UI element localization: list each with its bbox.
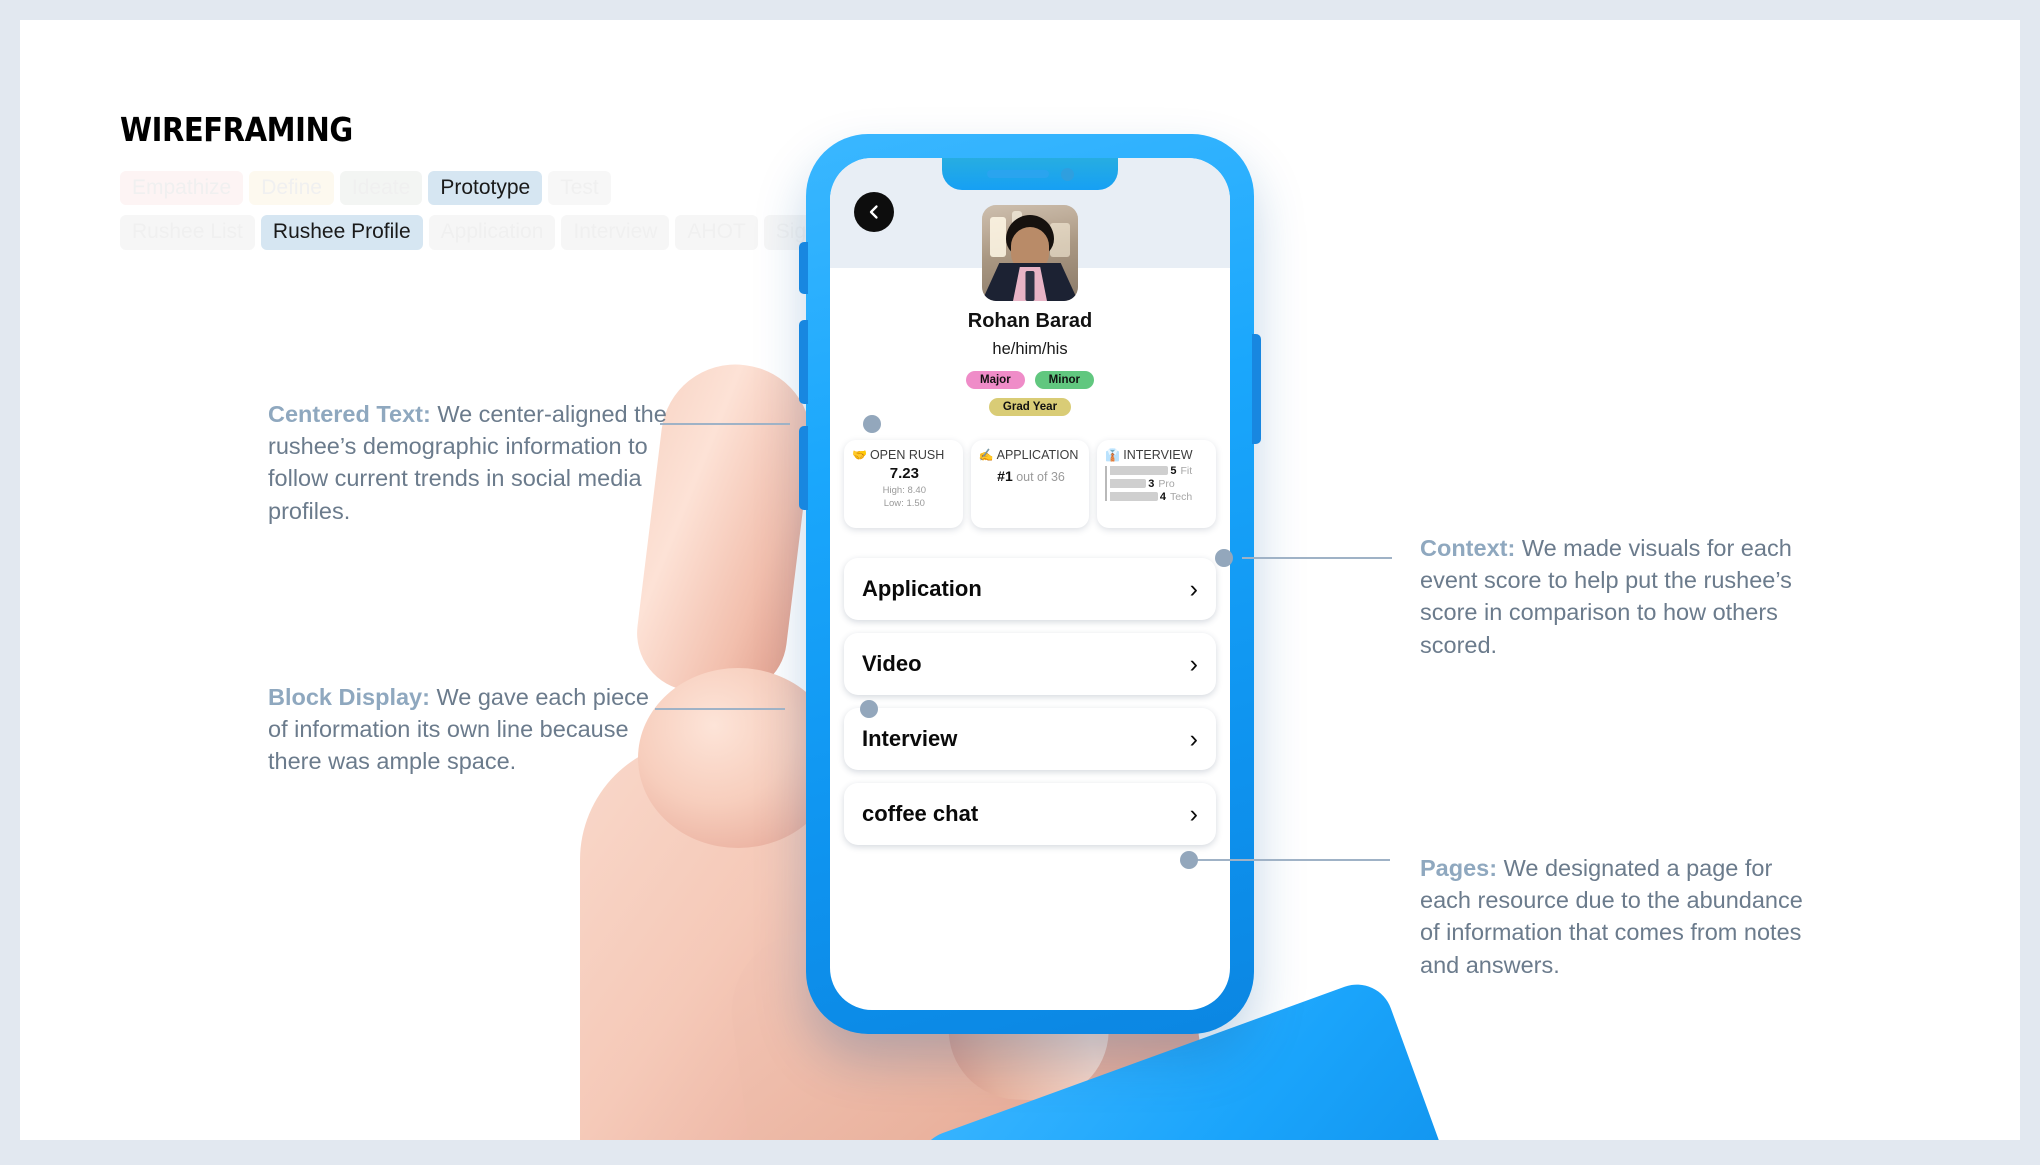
earpiece-speaker-icon [986, 170, 1049, 178]
bar-fill [1110, 479, 1147, 488]
phone-notch [942, 158, 1118, 190]
open-rush-low: Low: 1.50 [883, 497, 925, 509]
bar-value: 4 [1159, 490, 1167, 503]
phase-ideate[interactable]: Ideate [339, 171, 423, 206]
chart-axis [1105, 466, 1108, 501]
stat-cards: 🤝 OPEN RUSH 7.23 High: 8.40 Low: 1.50 ✍️… [844, 440, 1217, 528]
phase-test[interactable]: Test [548, 171, 611, 206]
handshake-icon: 🤝 [852, 448, 867, 462]
screen-rushee-list[interactable]: Rushee List [120, 215, 255, 250]
profile-tag-grad-year[interactable]: Grad Year [988, 398, 1072, 416]
screen-nav: Rushee List Rushee Profile Application Inte… [120, 215, 863, 250]
bar-label: Fit [1180, 464, 1193, 477]
annotation-context: Context: We made visuals for each event … [1420, 532, 1820, 661]
page-canvas: WIREFRAMING Empathize Define Ideate Prototy… [20, 20, 2020, 1140]
front-camera-icon [1060, 167, 1074, 181]
bar-label: Tech [1170, 490, 1193, 503]
profile-tags-row-1: Major Minor [830, 371, 1230, 389]
application-title: APPLICATION [996, 448, 1079, 462]
annotation-4-title: Pages: [1420, 855, 1498, 881]
chevron-right-icon: › [1189, 724, 1198, 753]
list-item[interactable]: Interview › [844, 708, 1216, 770]
phone-volume-up-button[interactable] [799, 320, 808, 404]
application-rank-number: #1 [997, 468, 1013, 484]
bar-fill [1110, 492, 1158, 501]
back-button[interactable] [854, 192, 894, 232]
list-item[interactable]: Application › [844, 558, 1216, 620]
application-rank-suffix: out of 36 [1012, 470, 1065, 484]
interview-header: 👔 INTERVIEW [1105, 448, 1210, 462]
phone-mockup: Rohan Barad he/him/his Major Minor Grad Y… [799, 134, 1261, 1034]
bar-label: Pro [1158, 477, 1175, 490]
list-item-label: coffee chat [862, 801, 979, 826]
bar-value: 5 [1170, 464, 1177, 477]
phase-define[interactable]: Define [249, 171, 334, 206]
stat-card-open-rush[interactable]: 🤝 OPEN RUSH 7.23 High: 8.40 Low: 1.50 [844, 440, 963, 528]
open-rush-header: 🤝 OPEN RUSH [852, 448, 957, 462]
open-rush-range: High: 8.40 Low: 1.50 [852, 485, 957, 510]
stat-card-application[interactable]: ✍️ APPLICATION #1 out of 36 [970, 440, 1090, 528]
connector-line-1 [660, 423, 790, 425]
profile-tags-row-2: Grad Year [830, 398, 1230, 416]
phase-empathize[interactable]: Empathize [120, 171, 244, 206]
screen-rushee-profile[interactable]: Rushee Profile [260, 215, 423, 250]
resource-list: Application › Video › Interview › coffee chat › [844, 558, 1216, 858]
chevron-right-icon: › [1189, 574, 1198, 603]
bar-fill [1110, 466, 1169, 475]
interview-bar-tech: 4 Tech [1110, 490, 1210, 503]
application-rank: #1 out of 36 [979, 468, 1084, 484]
interview-title: INTERVIEW [1123, 448, 1193, 462]
connector-line-3 [1242, 557, 1392, 559]
list-item[interactable]: coffee chat › [844, 783, 1216, 845]
screen-ahot[interactable]: AHOT [675, 215, 758, 250]
list-item-label: Video [862, 651, 922, 676]
stat-card-interview[interactable]: 👔 INTERVIEW 5 Fit 3 Pro 4 Tech [1097, 440, 1217, 528]
annotation-block-display: Block Display: We gave each piece of inf… [268, 681, 668, 778]
header: WIREFRAMING Empathize Define Ideate Prototy… [120, 110, 863, 250]
interview-bar-pro: 3 Pro [1110, 477, 1210, 490]
open-rush-title: OPEN RUSH [869, 448, 945, 462]
writing-hand-icon: ✍️ [978, 448, 994, 462]
list-item[interactable]: Video › [844, 633, 1216, 695]
profile-tag-major[interactable]: Major [966, 371, 1025, 389]
avatar [982, 205, 1078, 301]
screen-application[interactable]: Application [428, 215, 556, 250]
chevron-right-icon: › [1189, 799, 1198, 828]
connector-dot-4 [1180, 851, 1198, 869]
screen-interview[interactable]: Interview [561, 215, 670, 250]
list-item-label: Interview [862, 726, 958, 751]
page-title: WIREFRAMING [120, 110, 353, 149]
phone-silent-switch[interactable] [799, 242, 808, 294]
interview-bar-chart: 5 Fit 3 Pro 4 Tech [1105, 464, 1210, 503]
phone-volume-down-button[interactable] [799, 426, 808, 510]
list-item-label: Application [862, 576, 982, 601]
phone-power-button[interactable] [1252, 334, 1261, 444]
chevron-right-icon: › [1189, 649, 1198, 678]
open-rush-high: High: 8.40 [882, 485, 926, 496]
connector-dot-2 [860, 700, 878, 718]
annotation-centered-text: Centered Text: We center-aligned the rus… [268, 398, 668, 527]
necktie-icon: 👔 [1105, 448, 1121, 462]
chevron-left-icon [869, 205, 878, 219]
open-rush-score: 7.23 [889, 465, 919, 482]
profile-pronouns: he/him/his [992, 340, 1068, 358]
connector-line-2 [655, 708, 785, 710]
annotation-3-title: Context: [1420, 535, 1516, 561]
phase-prototype[interactable]: Prototype [428, 171, 543, 206]
connector-line-4 [1195, 859, 1390, 861]
profile-tag-minor[interactable]: Minor [1034, 371, 1094, 389]
bar-value: 3 [1148, 477, 1155, 490]
design-phase-nav: Empathize Define Ideate Prototype Test [120, 171, 862, 206]
profile-name: Rohan Barad [967, 310, 1093, 332]
connector-dot-1 [863, 415, 881, 433]
connector-dot-3 [1215, 549, 1233, 567]
interview-bar-fit: 5 Fit [1110, 464, 1210, 477]
phone-screen: Rohan Barad he/him/his Major Minor Grad Y… [830, 158, 1230, 1010]
annotation-1-title: Centered Text: [268, 401, 431, 427]
application-header: ✍️ APPLICATION [979, 448, 1084, 462]
annotation-pages: Pages: We designated a page for each res… [1420, 852, 1820, 981]
annotation-2-title: Block Display: [268, 684, 430, 710]
